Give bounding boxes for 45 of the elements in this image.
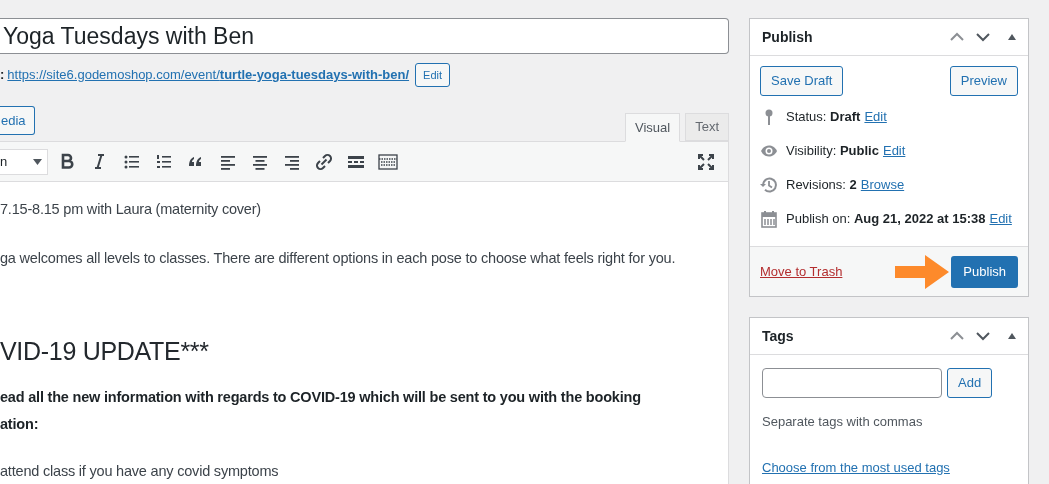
calendar-icon	[760, 210, 778, 228]
save-draft-button[interactable]: Save Draft	[760, 66, 844, 96]
editor-tab[interactable]: Text	[685, 113, 729, 141]
status-text: Visibility: Public	[786, 142, 879, 161]
content-paragraph: attend class if you have any covid symptoms	[0, 462, 280, 481]
move-to-trash-link[interactable]: Move to Trash	[760, 261, 843, 282]
editor-tab[interactable]: Visual	[624, 113, 681, 142]
edit-link[interactable]: Edit	[882, 141, 906, 161]
arrow-drawing	[895, 254, 950, 289]
chevron-up-icon	[950, 32, 964, 42]
link-icon	[314, 151, 334, 172]
chevron-up-icon	[950, 331, 964, 341]
history-icon	[760, 176, 778, 194]
edit-button[interactable]: Edit	[415, 63, 451, 87]
content-paragraph: 7.15-8.15 pm with Laura (maternity cover)	[0, 200, 262, 219]
keyboard-icon	[378, 151, 398, 172]
choose-tags-link[interactable]: Choose from the most used tags	[762, 457, 1016, 477]
edit-link[interactable]: Browse	[860, 175, 905, 195]
panel-title: Tags	[762, 326, 794, 346]
content-paragraph: ead all the new information with regards to COVID-19 which will be sent to you with the booking ation:	[0, 388, 642, 434]
panel-title: Publish	[762, 27, 813, 47]
hint-text: Separate tags with commas	[762, 413, 924, 431]
status-text: Revisions: 2	[786, 176, 857, 195]
collapse-icon	[1008, 34, 1016, 40]
format-select[interactable]: n	[0, 148, 48, 175]
chevron-down-icon	[976, 331, 990, 341]
permalink-link[interactable]: https://site6.godemoshop.com/event/turtle-yoga-tuesdays-with-ben/	[7, 65, 410, 85]
publish-button[interactable]: Publish	[951, 255, 1018, 288]
tag-input-field[interactable]	[762, 368, 942, 398]
chevron-down-icon	[976, 32, 990, 42]
content-paragraph: ga welcomes all levels to classes. There are different options in each pose to choose what feels right for you.	[0, 249, 677, 268]
preview-button[interactable]: Preview	[949, 66, 1018, 96]
add-media-button[interactable]: edia	[0, 106, 35, 135]
status-text: Publish on: Aug 21, 2022 at 15:38	[786, 210, 986, 229]
fullscreen-icon	[696, 151, 716, 172]
edit-link[interactable]: Edit	[989, 209, 1012, 229]
edit-link[interactable]: Edit	[864, 107, 887, 127]
format-value: n	[0, 152, 8, 171]
caret-icon	[33, 158, 42, 165]
title-field[interactable]: Yoga Tuesdays with Ben	[0, 18, 729, 54]
add-button[interactable]: Add	[947, 368, 993, 398]
status-text: Status: Draft	[786, 108, 861, 127]
collapse-icon	[1008, 333, 1016, 339]
permalink-label: :	[0, 66, 5, 85]
content-heading: VID-19 UPDATE***	[0, 336, 210, 367]
